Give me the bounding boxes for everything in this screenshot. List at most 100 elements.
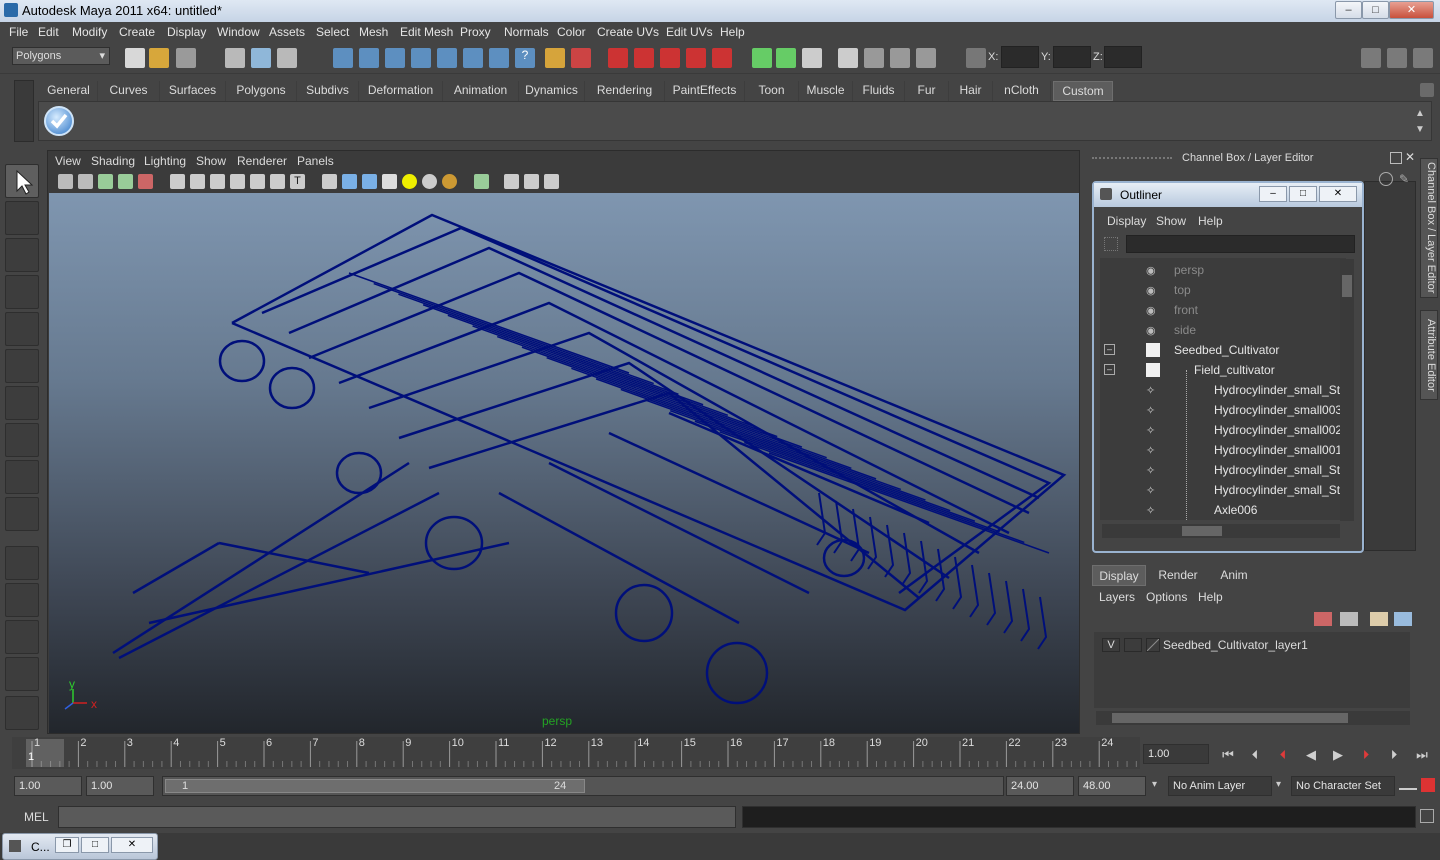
channel-box-pencil-icon[interactable]: ✎ xyxy=(1399,172,1413,186)
attribute-editor-toggle-icon[interactable] xyxy=(776,48,796,68)
layer-tab-anim[interactable]: Anim xyxy=(1208,565,1260,586)
last-tool-icon[interactable] xyxy=(5,497,39,531)
menu-create[interactable]: Create xyxy=(119,25,155,39)
xray-icon[interactable] xyxy=(504,174,519,189)
play-backward-icon[interactable]: ◀ xyxy=(1301,747,1321,763)
select-camera-icon[interactable] xyxy=(58,174,73,189)
isolate-select-icon[interactable] xyxy=(474,174,489,189)
close-panel-icon[interactable]: ✕ xyxy=(1405,150,1415,164)
animation-preferences-icon[interactable] xyxy=(1421,778,1435,792)
menu-proxy[interactable]: Proxy xyxy=(460,25,491,39)
outliner-item-hydrocylinder-stock-3[interactable]: ✧ Hydrocylinder_small_Stock xyxy=(1100,480,1346,500)
tab-surfaces[interactable]: Surfaces xyxy=(160,81,226,101)
transform-input-icon[interactable] xyxy=(966,48,986,68)
minimized-window[interactable]: C... ❐ □ ✕ xyxy=(2,833,158,860)
soft-mod-tool-icon[interactable] xyxy=(5,423,39,457)
outliner-close-button[interactable]: ✕ xyxy=(1319,186,1357,202)
float-panel-icon[interactable] xyxy=(1390,152,1402,164)
vtab-channel-box[interactable]: Channel Box / Layer Editor xyxy=(1420,158,1438,298)
make-live-icon[interactable] xyxy=(437,48,457,68)
outliner-hscroll-thumb[interactable] xyxy=(1182,526,1222,536)
tab-painteffects[interactable]: PaintEffects xyxy=(665,81,745,101)
menu-normals[interactable]: Normals xyxy=(504,25,549,39)
select-hierarchy-icon[interactable] xyxy=(225,48,245,68)
single-view-layout-icon[interactable] xyxy=(5,546,39,580)
layer-menu-help[interactable]: Help xyxy=(1198,590,1223,604)
tab-fluids[interactable]: Fluids xyxy=(853,81,905,101)
character-set-chevron-icon[interactable]: ▾ xyxy=(1276,779,1281,790)
step-back-key-icon[interactable]: ⏴ xyxy=(1273,747,1293,763)
channel-box-circle-icon[interactable] xyxy=(1379,172,1393,186)
tool-settings-icon[interactable] xyxy=(802,48,822,68)
menu-display[interactable]: Display xyxy=(167,25,206,39)
layer-playback-toggle[interactable] xyxy=(1124,638,1142,652)
step-forward-key-icon[interactable]: ⏵ xyxy=(1356,747,1376,763)
film-gate-icon[interactable] xyxy=(190,174,205,189)
lasso-tool-icon[interactable] xyxy=(5,201,39,235)
shadows-icon[interactable] xyxy=(442,174,457,189)
collapse-icon[interactable]: – xyxy=(1104,344,1115,355)
universal-manipulator-icon[interactable] xyxy=(5,386,39,420)
tab-animation[interactable]: Animation xyxy=(443,81,519,101)
new-layer-selected-icon[interactable] xyxy=(1394,612,1412,626)
smooth-shade-icon[interactable] xyxy=(342,174,357,189)
move-tool-icon[interactable] xyxy=(5,275,39,309)
render-settings-icon[interactable] xyxy=(686,48,706,68)
layer-color-swatch[interactable] xyxy=(1146,638,1160,652)
anim-layer-dropdown[interactable]: No Anim Layer xyxy=(1168,776,1272,796)
layer-tab-display[interactable]: Display xyxy=(1092,565,1146,586)
menu-modify[interactable]: Modify xyxy=(72,25,107,39)
menu-create-uvs[interactable]: Create UVs xyxy=(597,25,659,39)
layer-visibility-toggle[interactable]: V xyxy=(1102,638,1120,652)
panel-drag-handle[interactable] xyxy=(1092,157,1172,161)
snap-curve-icon[interactable] xyxy=(359,48,379,68)
outliner-item-side[interactable]: ◉ side xyxy=(1100,320,1338,340)
script-editor-button-icon[interactable] xyxy=(1420,809,1434,823)
layer-tab-render[interactable]: Render xyxy=(1148,565,1208,586)
textured-icon[interactable] xyxy=(382,174,397,189)
tab-fur[interactable]: Fur xyxy=(905,81,949,101)
command-language-label[interactable]: MEL xyxy=(24,810,49,824)
show-channel-box-icon[interactable] xyxy=(1361,48,1381,68)
move-layer-down-icon[interactable] xyxy=(1340,612,1358,626)
outliner-item-hydrocylinder-001[interactable]: ✧ Hydrocylinder_small001 xyxy=(1100,440,1342,460)
range-slider-handle[interactable]: 1 24 xyxy=(165,779,585,793)
menu-help[interactable]: Help xyxy=(720,25,745,39)
rotate-tool-icon[interactable] xyxy=(5,312,39,346)
field-chart-icon[interactable] xyxy=(250,174,265,189)
outliner-menu-display[interactable]: Display xyxy=(1107,214,1146,228)
viewport-scene[interactable]: y x persp xyxy=(49,193,1079,733)
menu-mesh[interactable]: Mesh xyxy=(359,25,388,39)
resolution-gate-icon[interactable] xyxy=(210,174,225,189)
tab-dynamics[interactable]: Dynamics xyxy=(519,81,585,101)
use-default-lighting-icon[interactable] xyxy=(402,174,417,189)
outliner-horizontal-scrollbar[interactable] xyxy=(1102,524,1340,538)
render-current-icon[interactable] xyxy=(634,48,654,68)
snap-point-icon[interactable] xyxy=(385,48,405,68)
wireframe-on-shaded-icon[interactable] xyxy=(362,174,377,189)
animation-end-field[interactable]: 48.00 xyxy=(1078,776,1146,796)
four-view-layout-icon[interactable] xyxy=(5,583,39,617)
tab-hair[interactable]: Hair xyxy=(949,81,993,101)
vp-menu-shading[interactable]: Shading xyxy=(91,154,135,168)
key-icon[interactable] xyxy=(1399,780,1417,790)
select-component-icon[interactable] xyxy=(277,48,297,68)
menu-set-dropdown[interactable]: Polygons ▾ xyxy=(12,47,110,65)
menu-color[interactable]: Color xyxy=(557,25,586,39)
outliner-item-hydrocylinder-stock-1[interactable]: ✧ Hydrocylinder_small_Stock xyxy=(1100,380,1346,400)
vp-menu-show[interactable]: Show xyxy=(196,154,226,168)
outliner-persp-layout-icon[interactable] xyxy=(5,620,39,654)
ipr-render-icon[interactable] xyxy=(660,48,680,68)
graph-persp-layout-icon[interactable] xyxy=(5,657,39,691)
grid-icon[interactable] xyxy=(170,174,185,189)
z-field[interactable] xyxy=(1104,46,1142,68)
outliner-item-seedbed-cultivator[interactable]: – Seedbed_Cultivator xyxy=(1100,340,1338,360)
outliner-item-axle006[interactable]: ✧ Axle006 xyxy=(1100,500,1338,520)
playback-end-field[interactable]: 24.00 xyxy=(1006,776,1074,796)
render-view-icon[interactable] xyxy=(838,48,858,68)
command-input[interactable] xyxy=(58,806,736,828)
step-back-icon[interactable]: ⏴ xyxy=(1245,747,1265,763)
tab-deformation[interactable]: Deformation xyxy=(359,81,443,101)
channel-box-toggle-icon[interactable] xyxy=(752,48,772,68)
scale-tool-icon[interactable] xyxy=(5,349,39,383)
